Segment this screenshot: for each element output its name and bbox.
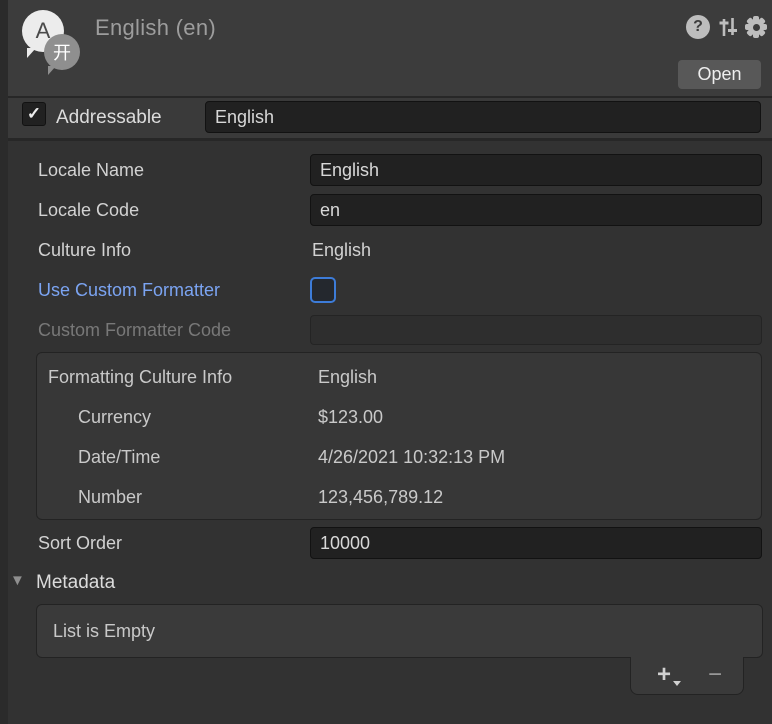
addressable-checkbox[interactable]: ✓ (22, 102, 46, 126)
list-empty-text: List is Empty (53, 605, 155, 657)
section-divider (0, 138, 772, 141)
speech-bubble-kai-icon: 开 (44, 34, 80, 70)
currency-label: Currency (78, 404, 151, 430)
culture-info-label: Culture Info (38, 234, 131, 266)
minus-icon: − (708, 661, 722, 689)
datetime-value: 4/26/2021 10:32:13 PM (318, 444, 505, 470)
locale-icon-letter-cjk: 开 (53, 39, 71, 65)
metadata-list: List is Empty (36, 604, 763, 658)
help-icon[interactable]: ? (686, 15, 710, 39)
use-custom-formatter-label: Use Custom Formatter (38, 274, 220, 306)
metadata-list-footer: + − (630, 657, 744, 695)
locale-asset-icon: A 开 (14, 6, 80, 70)
open-button[interactable]: Open (678, 60, 761, 89)
metadata-foldout-label[interactable]: Metadata (36, 570, 115, 596)
settings-gear-icon[interactable] (745, 16, 767, 38)
remove-metadata-button[interactable]: − (693, 657, 737, 693)
custom-formatter-code-label: Custom Formatter Code (38, 314, 231, 346)
presets-icon[interactable] (716, 15, 740, 39)
locale-name-label: Locale Name (38, 154, 144, 186)
help-glyph: ? (693, 18, 703, 36)
datetime-label: Date/Time (78, 444, 160, 470)
asset-title: English (en) (95, 15, 216, 41)
add-metadata-button[interactable]: + (639, 657, 689, 693)
sort-order-label: Sort Order (38, 527, 122, 559)
plus-icon: + (657, 661, 671, 689)
locale-code-label: Locale Code (38, 194, 139, 226)
locale-code-input[interactable] (310, 194, 762, 226)
open-button-label: Open (697, 64, 741, 85)
custom-formatter-code-input (310, 315, 762, 345)
formatting-culture-info-label: Formatting Culture Info (48, 364, 232, 390)
inspector-window: A 开 English (en) ? Open (0, 0, 772, 724)
formatting-culture-info-value: English (318, 364, 377, 390)
foldout-arrow-icon[interactable]: ▼ (10, 572, 25, 589)
inspector-header: A 开 English (en) ? Open (0, 0, 772, 96)
locale-name-input[interactable] (310, 154, 762, 186)
left-gutter (0, 0, 8, 724)
sort-order-input[interactable] (310, 527, 762, 559)
currency-value: $123.00 (318, 404, 383, 430)
add-dropdown-caret-icon (673, 681, 681, 686)
addressable-name-input[interactable] (205, 101, 761, 133)
addressable-label: Addressable (56, 98, 162, 138)
culture-info-value: English (312, 234, 371, 266)
checkmark-icon: ✓ (27, 104, 41, 124)
number-label: Number (78, 484, 142, 510)
use-custom-formatter-checkbox[interactable] (310, 277, 336, 303)
number-value: 123,456,789.12 (318, 484, 443, 510)
